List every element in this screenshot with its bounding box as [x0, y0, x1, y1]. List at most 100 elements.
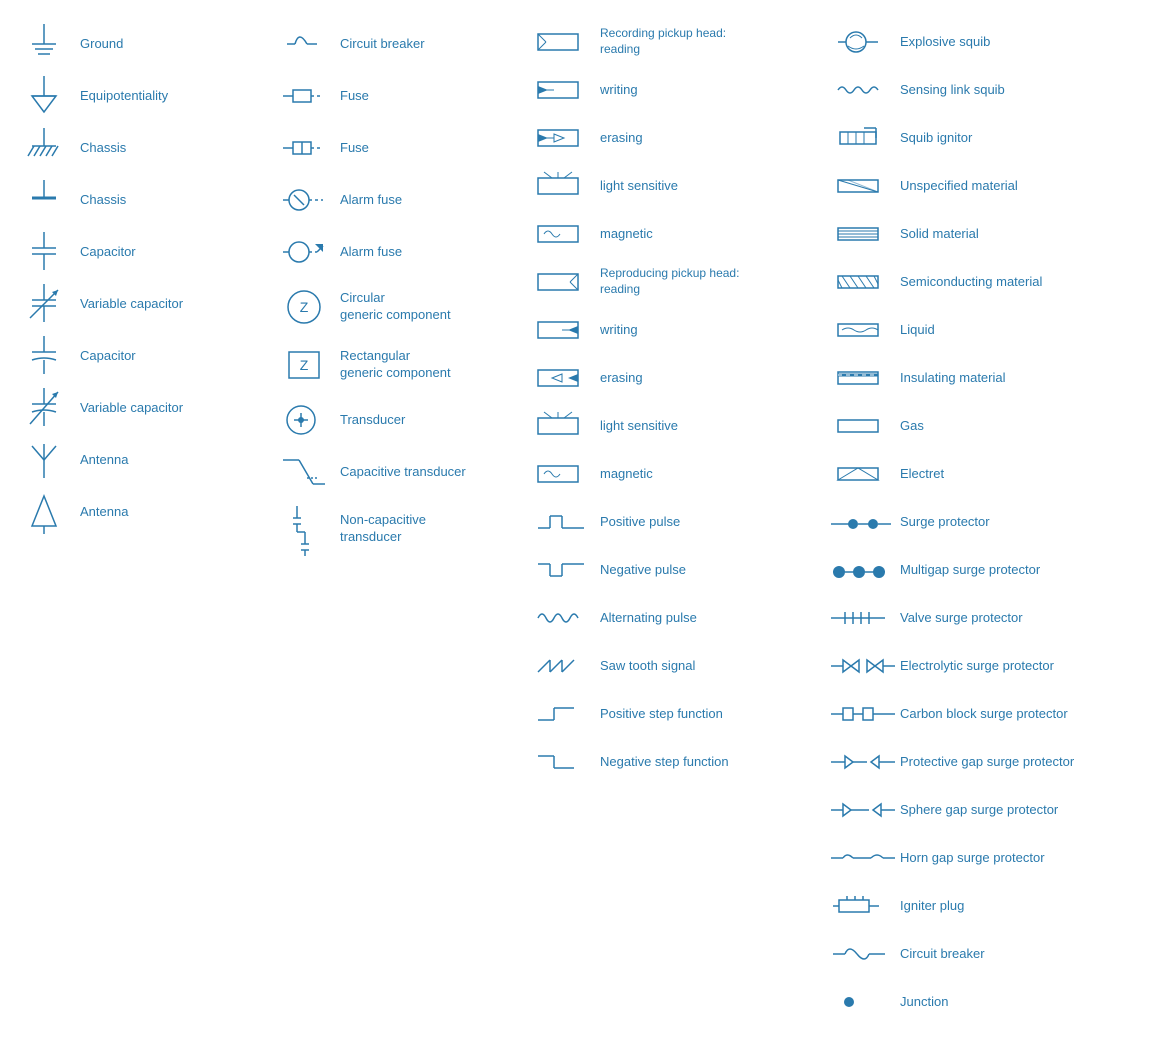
recording-reading-symbol — [534, 28, 594, 56]
liquid-label: Liquid — [894, 322, 1146, 339]
horn-gap-surge-protector-symbol — [834, 844, 894, 872]
item-multigap-surge-protector: Multigap surge protector — [830, 548, 1150, 592]
item-insulating-material: Insulating material — [830, 356, 1150, 400]
electret-symbol — [834, 462, 894, 486]
electret-label: Electret — [894, 466, 1146, 483]
rectangular-generic-symbol: Z — [274, 340, 334, 390]
ground-symbol — [14, 22, 74, 66]
alarm-fuse2-symbol — [274, 230, 334, 274]
item-chassis1: Chassis — [10, 124, 270, 172]
column-2: Circuit breaker Fuse Fuse — [270, 20, 530, 1024]
alternating-pulse-label: Alternating pulse — [594, 610, 826, 627]
recording-light-sensitive-label: light sensitive — [594, 178, 826, 195]
circuit-breaker-symbol — [274, 22, 334, 66]
svg-text:Z: Z — [300, 357, 309, 373]
reproducing-writing-symbol — [534, 316, 594, 344]
liquid-symbol — [834, 318, 894, 342]
transducer-label: Transducer — [334, 412, 526, 429]
sensing-link-squib-symbol — [834, 76, 894, 104]
antenna1-label: Antenna — [74, 452, 266, 469]
semiconducting-material-symbol — [834, 270, 894, 294]
item-positive-pulse: Positive pulse — [530, 500, 830, 544]
igniter-plug-label: Igniter plug — [894, 898, 1146, 915]
item-negative-step: Negative step function — [530, 740, 830, 784]
chassis1-symbol — [14, 126, 74, 170]
reproducing-light-sensitive-label: light sensitive — [594, 418, 826, 435]
gas-label: Gas — [894, 418, 1146, 435]
recording-reading-label: Recording pickup head:reading — [594, 26, 826, 57]
squib-ignitor-label: Squib ignitor — [894, 130, 1146, 147]
item-sensing-link-squib: Sensing link squib — [830, 68, 1150, 112]
junction-label: Junction — [894, 994, 1146, 1011]
fuse2-symbol — [274, 126, 334, 170]
multigap-surge-protector-symbol — [834, 558, 894, 582]
antenna2-symbol — [14, 490, 74, 534]
capacitive-transducer-label: Capacitive transducer — [334, 464, 526, 481]
sphere-gap-surge-protector-label: Sphere gap surge protector — [894, 802, 1146, 819]
sphere-gap-surge-protector-symbol — [834, 796, 894, 824]
reproducing-writing-label: writing — [594, 322, 826, 339]
item-horn-gap-surge-protector: Horn gap surge protector — [830, 836, 1150, 880]
variable-capacitor2-symbol — [14, 386, 74, 430]
item-variable-capacitor2: Variable capacitor — [10, 384, 270, 432]
item-sphere-gap-surge-protector: Sphere gap surge protector — [830, 788, 1150, 832]
positive-step-symbol — [534, 700, 594, 728]
sensing-link-squib-label: Sensing link squib — [894, 82, 1146, 99]
item-electrolytic-surge-protector: Electrolytic surge protector — [830, 644, 1150, 688]
valve-surge-protector-symbol — [834, 604, 894, 632]
recording-erasing-symbol — [534, 124, 594, 152]
saw-tooth-symbol — [534, 652, 594, 680]
item-surge-protector: Surge protector — [830, 500, 1150, 544]
item-reproducing-erasing: erasing — [530, 356, 830, 400]
capacitor1-label: Capacitor — [74, 244, 266, 261]
item-recording-light-sensitive: light sensitive — [530, 164, 830, 208]
reproducing-light-sensitive-symbol — [534, 412, 594, 440]
surge-protector-symbol — [834, 510, 894, 534]
item-rectangular-generic: Z Rectangular generic component — [270, 338, 530, 392]
recording-magnetic-symbol — [534, 220, 594, 248]
reproducing-erasing-symbol — [534, 364, 594, 392]
alarm-fuse1-symbol — [274, 178, 334, 222]
recording-writing-label: writing — [594, 82, 826, 99]
item-liquid: Liquid — [830, 308, 1150, 352]
negative-step-symbol — [534, 748, 594, 776]
insulating-material-symbol — [834, 366, 894, 390]
unspecified-material-symbol — [834, 174, 894, 198]
carbon-block-surge-protector-label: Carbon block surge protector — [894, 706, 1146, 723]
svg-text:Z: Z — [300, 299, 309, 315]
item-squib-ignitor: Squib ignitor — [830, 116, 1150, 160]
item-circuit-breaker2: Circuit breaker — [830, 932, 1150, 976]
reproducing-magnetic-symbol — [534, 460, 594, 488]
capacitor2-symbol — [14, 334, 74, 378]
item-capacitor2: Capacitor — [10, 332, 270, 380]
item-semiconducting-material: Semiconducting material — [830, 260, 1150, 304]
circular-generic-symbol: Z — [274, 282, 334, 332]
circuit-breaker2-symbol — [834, 940, 894, 968]
item-negative-pulse: Negative pulse — [530, 548, 830, 592]
semiconducting-material-label: Semiconducting material — [894, 274, 1146, 291]
unspecified-material-label: Unspecified material — [894, 178, 1146, 195]
item-alarm-fuse1: Alarm fuse — [270, 176, 530, 224]
column-3: Recording pickup head:reading writing — [530, 20, 830, 1024]
rectangular-generic-label: Rectangular generic component — [334, 348, 526, 382]
solid-material-label: Solid material — [894, 226, 1146, 243]
item-capacitive-transducer: Capacitive transducer — [270, 448, 530, 496]
protective-gap-surge-protector-symbol — [834, 748, 894, 776]
equipotentiality-label: Equipotentiality — [74, 88, 266, 105]
column-4: Explosive squib Sensing link squib — [830, 20, 1150, 1024]
item-ground: Ground — [10, 20, 270, 68]
surge-protector-label: Surge protector — [894, 514, 1146, 531]
fuse2-label: Fuse — [334, 140, 526, 157]
negative-step-label: Negative step function — [594, 754, 826, 771]
recording-magnetic-label: magnetic — [594, 226, 826, 243]
reproducing-magnetic-label: magnetic — [594, 466, 826, 483]
item-reproducing-light-sensitive: light sensitive — [530, 404, 830, 448]
item-solid-material: Solid material — [830, 212, 1150, 256]
item-fuse2: Fuse — [270, 124, 530, 172]
negative-pulse-label: Negative pulse — [594, 562, 826, 579]
positive-pulse-symbol — [534, 508, 594, 536]
protective-gap-surge-protector-label: Protective gap surge protector — [894, 754, 1146, 771]
item-antenna2: Antenna — [10, 488, 270, 536]
variable-capacitor2-label: Variable capacitor — [74, 400, 266, 417]
non-capacitive-transducer-symbol — [274, 502, 334, 556]
